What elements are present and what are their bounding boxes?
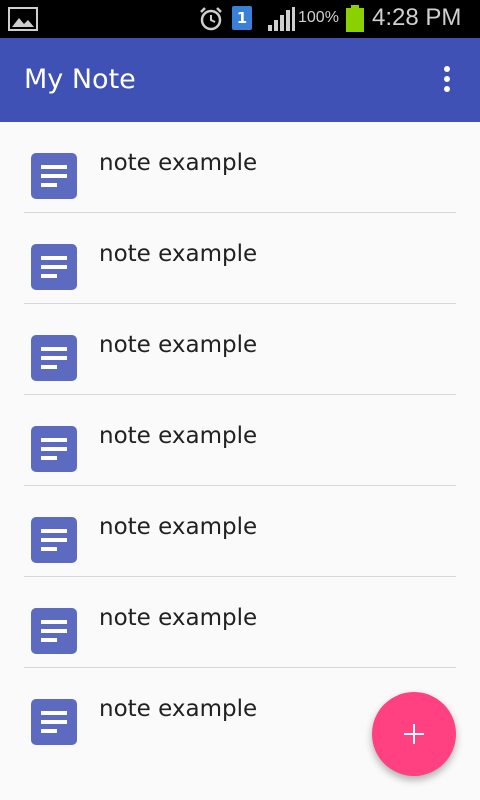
note-title: note example (99, 696, 258, 722)
overflow-dot (444, 86, 450, 92)
list-item[interactable]: note example (0, 213, 480, 304)
app-bar: My Note (0, 38, 480, 122)
battery-icon (346, 5, 364, 32)
note-title: note example (99, 332, 258, 358)
overflow-dot (444, 66, 450, 72)
alarm-icon (200, 7, 222, 31)
note-title: note example (99, 605, 258, 631)
gallery-icon (8, 7, 38, 31)
list-item[interactable]: note example (0, 577, 480, 668)
sim-icon: 1 (232, 6, 252, 30)
note-icon (31, 244, 77, 290)
note-title: note example (99, 514, 258, 540)
note-icon (31, 517, 77, 563)
status-bar: 1 100% 4:28 PM (0, 0, 480, 38)
note-icon (31, 153, 77, 199)
list-item[interactable]: note example (0, 304, 480, 395)
app-title: My Note (24, 64, 136, 95)
note-title: note example (99, 423, 258, 449)
more-vert-icon[interactable] (434, 66, 458, 96)
note-icon (31, 699, 77, 745)
signal-icon (268, 7, 295, 31)
overflow-dot (444, 76, 450, 82)
list-item[interactable]: note example (0, 395, 480, 486)
list-item[interactable]: note example (0, 122, 480, 213)
clock: 4:28 PM (372, 4, 462, 31)
note-icon (31, 608, 77, 654)
note-title: note example (99, 241, 258, 267)
note-title: note example (99, 150, 258, 176)
add-note-button[interactable] (372, 692, 456, 776)
list-item[interactable]: note example (0, 486, 480, 577)
add-icon-stroke (413, 724, 415, 744)
battery-percent: 100% (298, 9, 339, 26)
note-icon (31, 335, 77, 381)
note-list: note example note example note example n… (0, 122, 480, 759)
note-icon (31, 426, 77, 472)
